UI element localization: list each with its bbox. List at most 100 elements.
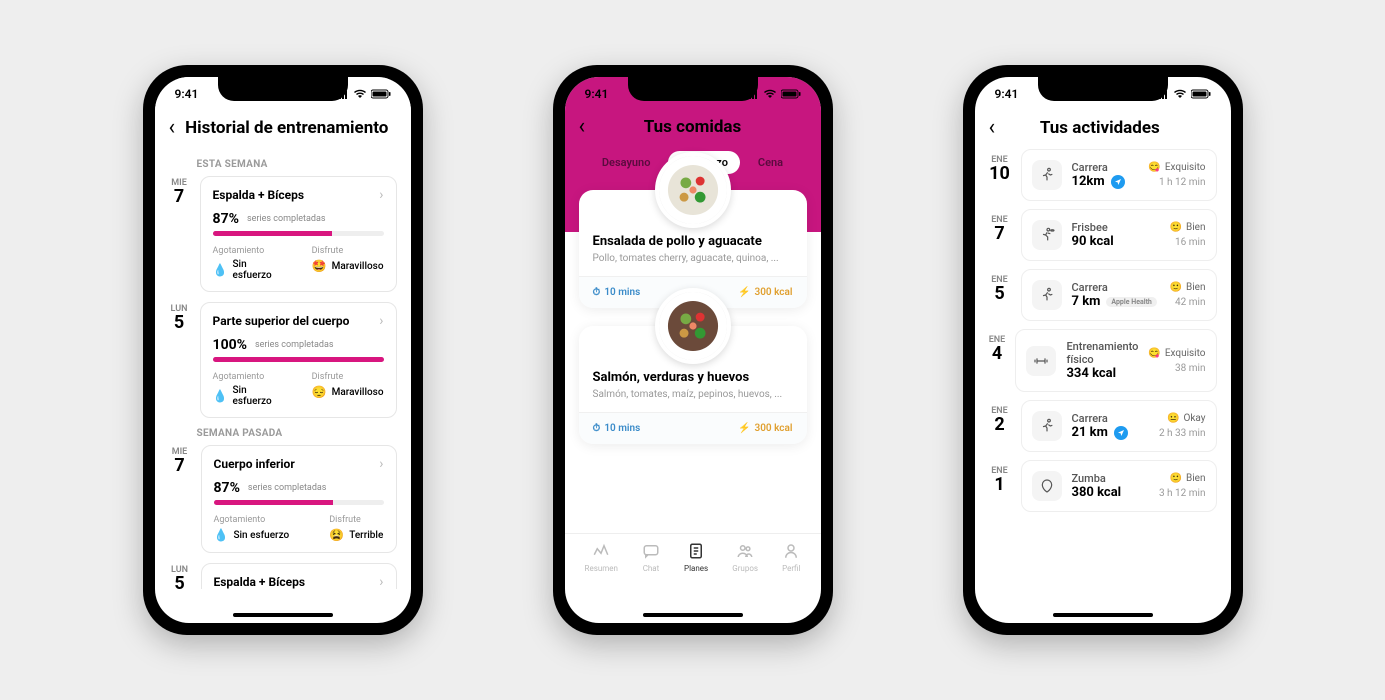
activity-row: ENE10 Carrera 12km 😋Exquisito 1 h 12 min xyxy=(989,149,1217,201)
activity-mood: 🙂Bien xyxy=(1170,222,1206,233)
tabbar-perfil[interactable]: Perfil xyxy=(782,542,800,573)
activity-metric: 380 kcal xyxy=(1072,485,1149,500)
activity-card[interactable]: Carrera 7 km Apple Health 🙂Bien 42 min xyxy=(1021,269,1217,321)
status-time: 9:41 xyxy=(175,87,199,101)
clock-icon: ⏱ xyxy=(593,423,601,434)
activity-duration: 16 min xyxy=(1170,237,1206,248)
tabbar-label: Grupos xyxy=(732,564,758,573)
exhaustion-label: Agotamiento xyxy=(213,372,272,382)
series-label: series completadas xyxy=(247,214,326,224)
activity-card[interactable]: Carrera 12km 😋Exquisito 1 h 12 min xyxy=(1021,149,1217,201)
header: ‹ Historial de entrenamiento xyxy=(155,111,411,149)
tab-desayuno[interactable]: Desayuno xyxy=(590,151,663,174)
exhaustion-value: 💧Sin esfuerzo xyxy=(214,528,290,542)
meal-title: Salmón, verduras y huevos xyxy=(593,370,793,385)
meal-image xyxy=(655,288,731,364)
activity-name: Carrera xyxy=(1072,161,1139,174)
tab-cena[interactable]: Cena xyxy=(746,151,795,174)
tabbar-label: Perfil xyxy=(782,564,800,573)
activity-type-icon xyxy=(1032,220,1062,250)
completion-percent: 87% xyxy=(214,480,240,496)
tabbar-resumen-icon xyxy=(592,542,610,562)
enjoyment-value: 🤩Maravilloso xyxy=(312,259,384,273)
workout-card[interactable]: Parte superior del cuerpo› 100%series co… xyxy=(200,302,397,418)
mood-emoji-icon: 🙂 xyxy=(1170,282,1182,293)
enjoyment-label: Disfrute xyxy=(312,246,384,256)
activity-date: ENE4 xyxy=(989,329,1006,392)
mood-emoji-icon: 😐 xyxy=(1167,413,1179,424)
series-label: series completadas xyxy=(255,340,334,350)
activity-type-icon xyxy=(1026,346,1056,376)
mood-emoji-icon: 🙂 xyxy=(1170,222,1182,233)
tabbar-label: Resumen xyxy=(585,564,618,573)
bolt-icon: ⚡ xyxy=(738,287,750,298)
meal-ingredients: Pollo, tomates cherry, aguacate, quinoa,… xyxy=(593,253,793,264)
bolt-icon: ⚡ xyxy=(738,423,750,434)
exhaustion-value: 💧Sin esfuerzo xyxy=(213,385,272,407)
enjoyment-emoji-icon: 🤩 xyxy=(312,259,327,273)
activity-card[interactable]: Frisbee 90 kcal 🙂Bien 16 min xyxy=(1021,209,1217,261)
activity-duration: 42 min xyxy=(1170,297,1206,308)
tab-bar: Resumen Chat Planes Grupos Perfil xyxy=(565,533,821,589)
header: ‹ Tus actividades xyxy=(975,111,1231,149)
exhaustion-emoji-icon: 💧 xyxy=(213,263,228,277)
activity-duration: 38 min xyxy=(1148,363,1205,374)
activity-metric: 334 kcal xyxy=(1066,366,1138,381)
notch xyxy=(1038,77,1168,101)
workout-row: LUN5 Espalda + Bíceps› 50%series complet… xyxy=(169,563,397,589)
workout-card[interactable]: Espalda + Bíceps› 50%series completadas … xyxy=(201,563,397,589)
tabbar-grupos[interactable]: Grupos xyxy=(732,542,758,573)
workout-date: MIE7 xyxy=(169,445,191,553)
tabbar-planes[interactable]: Planes xyxy=(684,542,708,573)
workout-card[interactable]: Cuerpo inferior› 87%series completadas A… xyxy=(201,445,397,553)
tabbar-chat[interactable]: Chat xyxy=(642,542,660,573)
exhaustion-emoji-icon: 💧 xyxy=(214,528,229,542)
activity-type-icon xyxy=(1032,280,1062,310)
chevron-right-icon: › xyxy=(379,313,383,329)
exhaustion-label: Agotamiento xyxy=(214,515,290,525)
exhaustion-emoji-icon: 💧 xyxy=(213,389,228,403)
mood-emoji-icon: 🙂 xyxy=(1170,473,1182,484)
meal-ingredients: Salmón, tomates, maíz, pepinos, huevos, … xyxy=(593,389,793,400)
tabbar-grupos-icon xyxy=(736,542,754,562)
activity-name: Frisbee xyxy=(1072,221,1160,234)
activity-type-icon xyxy=(1032,411,1062,441)
activity-name: Entrenamiento físico xyxy=(1066,340,1138,366)
activity-row: ENE2 Carrera 21 km 😐Okay 2 h 33 min xyxy=(989,400,1217,452)
workout-date: LUN5 xyxy=(169,563,191,589)
status-time: 9:41 xyxy=(585,87,609,101)
activity-date: ENE7 xyxy=(989,209,1011,261)
chevron-right-icon: › xyxy=(379,456,383,472)
header: ‹ Tus comidas xyxy=(565,111,821,147)
activity-metric: 90 kcal xyxy=(1072,234,1160,249)
back-button[interactable]: ‹ xyxy=(169,117,176,139)
meal-title: Ensalada de pollo y aguacate xyxy=(593,234,793,249)
enjoyment-emoji-icon: 😔 xyxy=(312,385,327,399)
tabbar-planes-icon xyxy=(687,542,705,562)
back-button[interactable]: ‹ xyxy=(579,116,586,138)
workout-row: MIE7 Espalda + Bíceps› 87%series complet… xyxy=(169,176,397,292)
section-this-week: ESTA SEMANA xyxy=(197,159,397,170)
activity-row: ENE4 Entrenamiento físico 334 kcal 😋Exqu… xyxy=(989,329,1217,392)
mood-emoji-icon: 😋 xyxy=(1148,348,1160,359)
activity-type-icon xyxy=(1032,160,1062,190)
phone-activities: 9:41 ‹ Tus actividades ENE10 Carrera 12k… xyxy=(963,65,1243,635)
activity-card[interactable]: Entrenamiento físico 334 kcal 😋Exquisito… xyxy=(1015,329,1216,392)
meal-card[interactable]: Salmón, verduras y huevos Salmón, tomate… xyxy=(579,326,807,444)
activity-metric: 12km xyxy=(1072,174,1139,189)
workout-title: Parte superior del cuerpo xyxy=(213,314,350,328)
activity-card[interactable]: Carrera 21 km 😐Okay 2 h 33 min xyxy=(1021,400,1217,452)
meal-kcal: ⚡300 kcal xyxy=(738,287,792,298)
activity-name: Carrera xyxy=(1072,412,1149,425)
chevron-right-icon: › xyxy=(379,187,383,203)
activity-mood: 🙂Bien xyxy=(1159,473,1206,484)
tabbar-resumen[interactable]: Resumen xyxy=(585,542,618,573)
apple-health-badge: Apple Health xyxy=(1106,297,1156,307)
tabbar-label: Chat xyxy=(643,564,660,573)
mood-emoji-icon: 😋 xyxy=(1148,162,1160,173)
section-last-week: SEMANA PASADA xyxy=(197,428,397,439)
workout-row: LUN5 Parte superior del cuerpo› 100%seri… xyxy=(169,302,397,418)
activity-duration: 3 h 12 min xyxy=(1159,488,1206,499)
workout-card[interactable]: Espalda + Bíceps› 87%series completadas … xyxy=(200,176,397,292)
activity-card[interactable]: Zumba 380 kcal 🙂Bien 3 h 12 min xyxy=(1021,460,1217,512)
